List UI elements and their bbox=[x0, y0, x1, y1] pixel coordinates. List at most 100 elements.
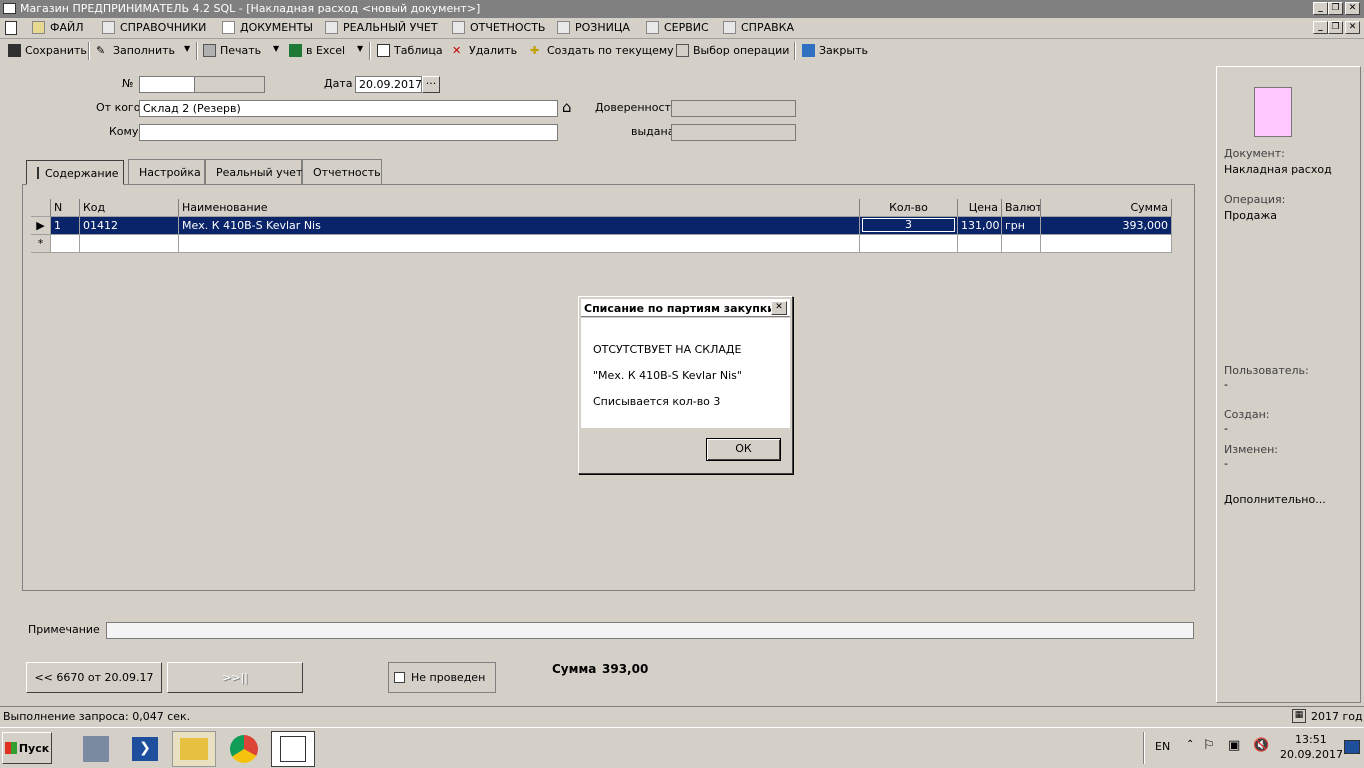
issued-input[interactable] bbox=[671, 124, 796, 141]
clock-date[interactable]: 20.09.2017 bbox=[1280, 748, 1343, 761]
start-button[interactable]: Пуск bbox=[2, 732, 52, 764]
doc-restore-icon[interactable]: ❐ bbox=[1328, 21, 1343, 34]
help-icon bbox=[723, 21, 736, 34]
print-dropdown-icon[interactable]: ▼ bbox=[273, 44, 279, 53]
next-document-button[interactable]: >>|| bbox=[167, 662, 303, 693]
tab-settings[interactable]: Настройка bbox=[128, 159, 205, 184]
header-n[interactable]: N bbox=[51, 199, 80, 217]
cell-n[interactable]: 1 bbox=[51, 217, 80, 235]
menu-help[interactable]: СПРАВКА bbox=[723, 21, 794, 34]
operation-value: Продажа bbox=[1224, 209, 1277, 222]
menu-service[interactable]: СЕРВИС bbox=[646, 21, 709, 34]
power-of-attorney-input[interactable] bbox=[671, 100, 796, 117]
user-value: - bbox=[1224, 378, 1228, 391]
file-explorer-icon[interactable] bbox=[172, 731, 216, 767]
flag-icon[interactable]: ⚐ bbox=[1203, 738, 1215, 753]
date-input[interactable]: 20.09.2017 bbox=[355, 76, 422, 93]
cell-qty-wrapper[interactable]: 3 bbox=[860, 217, 958, 235]
fill-dropdown-icon[interactable]: ▼ bbox=[184, 44, 190, 53]
header-currency[interactable]: Валют bbox=[1002, 199, 1041, 217]
new-cell-code[interactable] bbox=[80, 235, 179, 253]
taskbar: Пуск ❯ EN ⌃ ⚐ ▣ 🔇 13:51 20.09.2017 bbox=[0, 727, 1364, 768]
menu-file[interactable]: ФАЙЛ bbox=[32, 21, 84, 34]
new-cell-name[interactable] bbox=[179, 235, 860, 253]
new-cell-sum[interactable] bbox=[1041, 235, 1172, 253]
menu-real-accounting[interactable]: РЕАЛЬНЫЙ УЧЕТ bbox=[325, 21, 438, 34]
delete-button[interactable]: ✕ Удалить bbox=[452, 44, 517, 57]
server-manager-icon[interactable] bbox=[74, 731, 118, 767]
choose-operation-button[interactable]: Выбор операции bbox=[676, 44, 789, 57]
close-icon[interactable]: ✕ bbox=[1345, 2, 1360, 15]
menu-retail[interactable]: РОЗНИЦА bbox=[557, 21, 630, 34]
note-label: Примечание bbox=[28, 623, 100, 636]
menu-directories[interactable]: СПРАВОЧНИКИ bbox=[102, 21, 206, 34]
header-code[interactable]: Код bbox=[80, 199, 179, 217]
not-posted-toggle[interactable]: Не проведен bbox=[388, 662, 496, 693]
cell-name[interactable]: Мех. К 410В-S Kevlar Nis bbox=[179, 217, 860, 235]
cell-sum[interactable]: 393,000 bbox=[1041, 217, 1172, 235]
ok-button[interactable]: ОК bbox=[706, 438, 781, 461]
note-input[interactable] bbox=[106, 622, 1194, 639]
tab-content[interactable]: Содержание bbox=[26, 160, 124, 185]
shop-app-icon[interactable] bbox=[271, 731, 315, 767]
printer-icon bbox=[203, 44, 216, 57]
header-qty[interactable]: Кол-во bbox=[860, 199, 958, 217]
header-sum[interactable]: Сумма bbox=[1041, 199, 1172, 217]
new-cell-qty[interactable] bbox=[860, 235, 958, 253]
new-cell-price[interactable] bbox=[958, 235, 1002, 253]
header-name[interactable]: Наименование bbox=[179, 199, 860, 217]
minimize-icon[interactable]: _ bbox=[1313, 2, 1328, 15]
fill-button[interactable]: ✎ Заполнить bbox=[96, 44, 175, 57]
language-indicator[interactable]: EN bbox=[1155, 740, 1170, 753]
page-icon bbox=[37, 167, 39, 179]
header-price[interactable]: Цена bbox=[958, 199, 1002, 217]
cell-currency[interactable]: грн bbox=[1002, 217, 1041, 235]
volume-muted-icon[interactable]: 🔇 bbox=[1253, 738, 1269, 753]
show-desktop-icon[interactable] bbox=[1344, 740, 1360, 754]
tray-expand-icon[interactable]: ⌃ bbox=[1186, 739, 1194, 750]
more-link[interactable]: Дополнительно... bbox=[1224, 493, 1326, 506]
dialog-close-icon[interactable]: ✕ bbox=[771, 301, 787, 315]
network-icon[interactable]: ▣ bbox=[1228, 738, 1240, 753]
excel-dropdown-icon[interactable]: ▼ bbox=[357, 44, 363, 53]
doc-minimize-icon[interactable]: _ bbox=[1313, 21, 1328, 34]
tab-reports[interactable]: Отчетность bbox=[302, 159, 382, 184]
tab-real-accounting[interactable]: Реальный учет bbox=[205, 159, 302, 184]
new-document-icon[interactable] bbox=[5, 21, 17, 35]
cash-register-icon bbox=[557, 21, 570, 34]
number-input[interactable] bbox=[139, 76, 195, 93]
doc-close-icon[interactable]: ✕ bbox=[1345, 21, 1360, 34]
menu-reports[interactable]: ОТЧЕТНОСТЬ bbox=[452, 21, 545, 34]
clock-time[interactable]: 13:51 bbox=[1295, 733, 1327, 746]
grid-corner bbox=[31, 199, 51, 217]
exit-icon bbox=[802, 44, 815, 57]
print-button[interactable]: Печать bbox=[203, 44, 261, 57]
cell-price[interactable]: 131,00 bbox=[958, 217, 1002, 235]
new-cell-n[interactable] bbox=[51, 235, 80, 253]
new-row[interactable]: * bbox=[31, 235, 1172, 253]
to-input[interactable] bbox=[139, 124, 558, 141]
prev-document-button[interactable]: << 6670 от 20.09.17 bbox=[26, 662, 162, 693]
save-button[interactable]: Сохранить bbox=[8, 44, 87, 57]
cell-qty[interactable]: 3 bbox=[862, 218, 955, 232]
dialog-title-bar: Списание по партиям закупки ✕ bbox=[581, 299, 790, 317]
pencil-icon: ✎ bbox=[96, 44, 106, 57]
table-row[interactable]: ▶ 1 01412 Мех. К 410В-S Kevlar Nis 3 131… bbox=[31, 217, 1172, 235]
close-document-button[interactable]: Закрыть bbox=[802, 44, 868, 57]
powershell-icon[interactable]: ❯ bbox=[123, 731, 167, 767]
restore-icon[interactable]: ❐ bbox=[1328, 2, 1343, 15]
new-cell-currency[interactable] bbox=[1002, 235, 1041, 253]
create-from-current-button[interactable]: ✚ Создать по текущему bbox=[530, 44, 674, 57]
from-label: От кого bbox=[96, 101, 141, 114]
warehouse-home-icon[interactable]: ⌂ bbox=[562, 100, 572, 115]
document-icon-large bbox=[1254, 87, 1292, 137]
date-picker-button[interactable]: ··· bbox=[422, 76, 440, 93]
cell-code[interactable]: 01412 bbox=[80, 217, 179, 235]
from-input[interactable]: Склад 2 (Резерв) bbox=[139, 100, 558, 117]
excel-button[interactable]: в Excel bbox=[289, 44, 345, 57]
table-button[interactable]: Таблица bbox=[377, 44, 443, 57]
chrome-icon[interactable] bbox=[222, 731, 266, 767]
not-posted-checkbox[interactable] bbox=[394, 672, 405, 683]
menu-documents[interactable]: ДОКУМЕНТЫ bbox=[222, 21, 313, 34]
batch-writeoff-dialog: Списание по партиям закупки ✕ ОТСУТСТВУЕ… bbox=[578, 296, 793, 474]
